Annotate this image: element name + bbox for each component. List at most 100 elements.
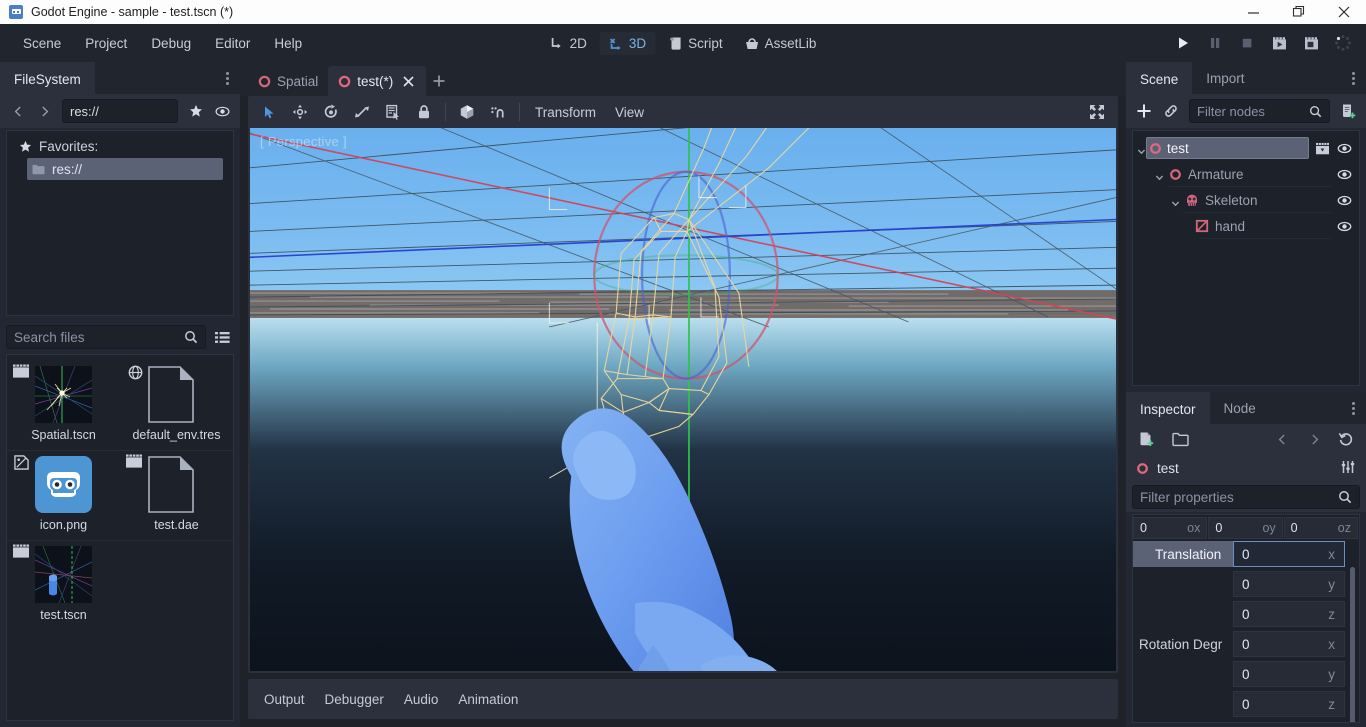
tree-item-content[interactable]: test xyxy=(1146,137,1309,159)
open-scene-icon[interactable] xyxy=(1311,137,1333,159)
create-script-icon[interactable] xyxy=(1336,99,1360,123)
plus-icon[interactable] xyxy=(1132,99,1156,123)
rotation-x-input[interactable]: 0 x xyxy=(1233,631,1345,657)
search-files-input[interactable]: Search files xyxy=(6,325,206,349)
path-input[interactable]: res:// xyxy=(62,99,178,123)
chevron-right-icon[interactable] xyxy=(1302,427,1326,451)
chevron-down-icon[interactable] xyxy=(1171,196,1180,206)
object-tools-icon[interactable] xyxy=(1340,459,1356,478)
visibility-toggle-hand[interactable] xyxy=(1333,215,1355,237)
plus-icon[interactable] xyxy=(426,66,452,96)
scene-tab-test[interactable]: test(*) xyxy=(328,66,427,96)
scene-tab-spatial[interactable]: Spatial xyxy=(248,66,328,96)
file-item-icon-png[interactable]: icon.png xyxy=(7,451,120,540)
filter-nodes-input[interactable]: Filter nodes xyxy=(1189,99,1330,123)
chevron-left-icon[interactable] xyxy=(6,99,30,123)
minimize-icon[interactable] xyxy=(1231,0,1276,24)
stop-icon[interactable] xyxy=(1232,28,1262,58)
move-icon[interactable] xyxy=(285,99,315,125)
menu-editor[interactable]: Editor xyxy=(204,32,261,55)
tab-scene[interactable]: Scene xyxy=(1126,62,1193,94)
list-select-icon[interactable] xyxy=(378,99,408,125)
rotate-icon[interactable] xyxy=(316,99,346,125)
bottom-panel: Output Debugger Audio Animation xyxy=(248,679,1118,719)
inspector-scrollbar[interactable] xyxy=(1350,567,1355,722)
chevron-down-icon[interactable] xyxy=(1137,144,1146,154)
folder-open-icon[interactable] xyxy=(1168,427,1192,451)
maximize-icon[interactable] xyxy=(1276,0,1321,24)
kebab-menu-icon[interactable] xyxy=(1340,392,1366,424)
translation-x-axis: x xyxy=(1328,546,1335,562)
translation-z-input[interactable]: 0 z xyxy=(1233,601,1345,627)
menu-project[interactable]: Project xyxy=(74,32,138,55)
filter-properties-input[interactable]: Filter properties xyxy=(1132,485,1360,509)
chevron-left-icon[interactable] xyxy=(1270,427,1294,451)
origin-z-field[interactable]: 0 oz xyxy=(1283,517,1358,539)
origin-y-field[interactable]: 0 oy xyxy=(1208,517,1283,539)
translation-x-input[interactable]: 0 x xyxy=(1233,541,1345,567)
visibility-toggle-armature[interactable] xyxy=(1333,163,1355,185)
cursor-icon[interactable] xyxy=(254,99,284,125)
menu-scene[interactable]: Scene xyxy=(12,32,72,55)
file-item-default-env[interactable]: default_env.tres xyxy=(120,361,233,450)
visibility-toggle-skeleton[interactable] xyxy=(1333,189,1355,211)
file-item-spatial-tscn[interactable]: Spatial.tscn xyxy=(7,361,120,450)
fullscreen-icon[interactable] xyxy=(1082,99,1112,125)
translation-y-input[interactable]: 0 y xyxy=(1233,571,1345,597)
file-item-test-dae[interactable]: test.dae xyxy=(120,451,233,540)
godot-icon xyxy=(9,5,23,19)
tab-assetlib[interactable]: AssetLib xyxy=(736,32,826,55)
lock-icon[interactable] xyxy=(409,99,439,125)
file-item-test-tscn[interactable]: test.tscn xyxy=(7,541,120,630)
tab-import[interactable]: Import xyxy=(1192,62,1258,94)
close-icon[interactable] xyxy=(1321,0,1366,24)
play-custom-scene-icon[interactable] xyxy=(1296,28,1326,58)
rotation-z-input[interactable]: 0 z xyxy=(1233,691,1345,717)
bottom-tab-debugger[interactable]: Debugger xyxy=(315,688,394,711)
favorites-item-res[interactable]: res:// xyxy=(27,158,223,180)
tab-3d[interactable]: 3D xyxy=(599,31,656,55)
kebab-menu-icon[interactable] xyxy=(1340,62,1366,94)
chevron-right-icon[interactable] xyxy=(32,99,56,123)
visibility-toggle-test[interactable] xyxy=(1333,137,1355,159)
tab-script[interactable]: Script xyxy=(659,32,732,55)
tab-node[interactable]: Node xyxy=(1210,392,1270,424)
bottom-tab-audio[interactable]: Audio xyxy=(394,688,449,711)
bottom-tab-output[interactable]: Output xyxy=(254,688,315,711)
spinner-icon[interactable] xyxy=(1328,28,1358,58)
tree-item-armature[interactable]: Armature xyxy=(1133,161,1359,187)
view-menu[interactable]: View xyxy=(606,102,653,123)
menu-debug[interactable]: Debug xyxy=(140,32,202,55)
play-scene-icon[interactable] xyxy=(1264,28,1294,58)
tree-item-test[interactable]: test xyxy=(1133,135,1359,161)
pause-icon[interactable] xyxy=(1200,28,1230,58)
rotation-y-input[interactable]: 0 y xyxy=(1233,661,1345,687)
star-icon[interactable] xyxy=(184,99,208,123)
tab-filesystem[interactable]: FileSystem xyxy=(0,62,95,94)
tree-item-label: hand xyxy=(1215,218,1246,234)
tree-item-hand[interactable]: hand xyxy=(1133,213,1359,239)
link-icon[interactable] xyxy=(1159,99,1183,123)
3d-viewport[interactable]: [ Perspective ] xyxy=(250,128,1116,671)
tab-inspector[interactable]: Inspector xyxy=(1126,392,1210,424)
list-view-icon[interactable] xyxy=(210,325,234,349)
snap-icon[interactable] xyxy=(483,99,513,125)
new-resource-icon[interactable] xyxy=(1134,427,1158,451)
bottom-tab-animation[interactable]: Animation xyxy=(448,688,528,711)
tab-2d[interactable]: 2D xyxy=(541,32,596,55)
tree-item-skeleton[interactable]: Skeleton xyxy=(1133,187,1359,213)
tree-item-content[interactable]: Skeleton xyxy=(1180,193,1333,208)
scale-icon[interactable] xyxy=(347,99,377,125)
play-icon[interactable] xyxy=(1168,28,1198,58)
chevron-down-icon[interactable] xyxy=(1155,170,1164,180)
menu-help[interactable]: Help xyxy=(263,32,313,55)
kebab-menu-icon[interactable] xyxy=(214,62,240,94)
cube-icon[interactable] xyxy=(452,99,482,125)
history-icon[interactable] xyxy=(1334,427,1358,451)
origin-x-field[interactable]: 0 ox xyxy=(1133,517,1208,539)
eye-icon[interactable] xyxy=(210,99,234,123)
tree-item-content[interactable]: Armature xyxy=(1164,167,1333,182)
tree-item-content[interactable]: hand xyxy=(1193,219,1333,234)
close-icon[interactable] xyxy=(401,74,416,89)
transform-menu[interactable]: Transform xyxy=(526,102,605,123)
